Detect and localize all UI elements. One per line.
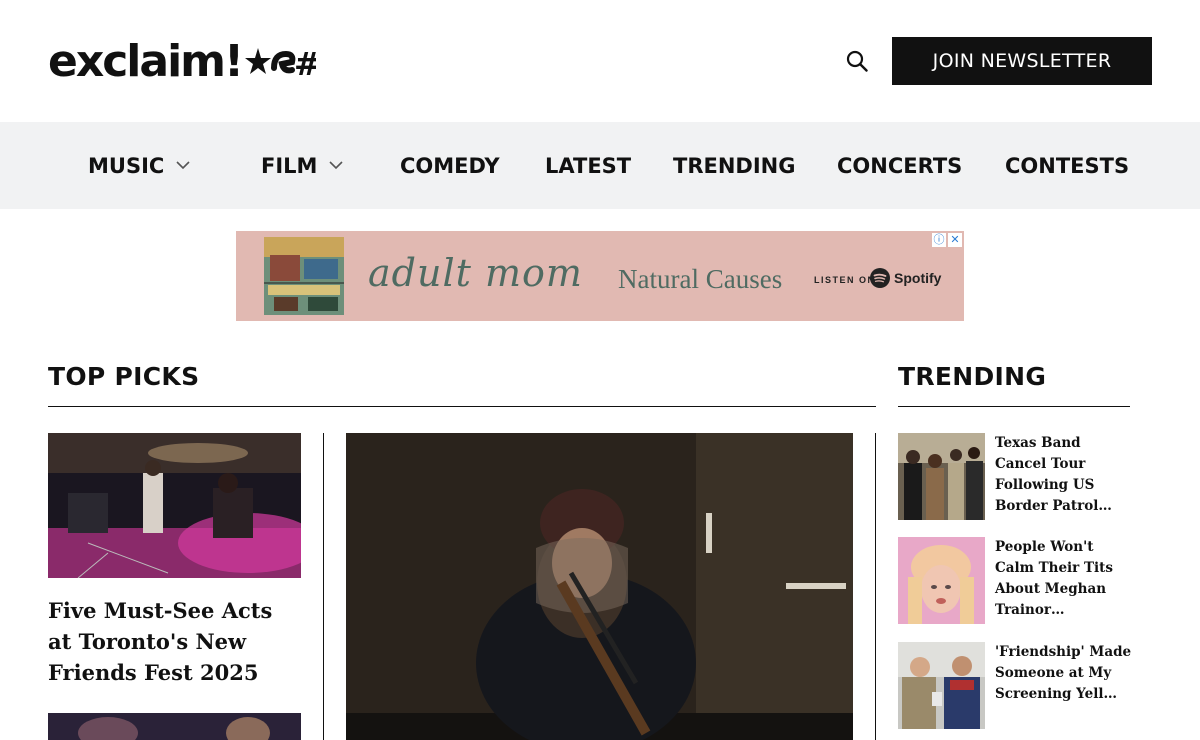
section-divider	[48, 406, 876, 407]
nav-item-film[interactable]: FILM	[261, 122, 344, 209]
column-divider	[875, 433, 876, 740]
nav-item-label: FILM	[261, 153, 318, 178]
ad-choices: ⓘ ✕	[932, 233, 962, 247]
spotify-logo: Spotify	[870, 268, 941, 288]
join-newsletter-button[interactable]: JOIN NEWSLETTER	[892, 37, 1152, 85]
search-icon[interactable]	[842, 46, 872, 76]
ad-album-title: Natural Causes	[618, 264, 783, 294]
section-title-top-picks: TOP PICKS	[48, 362, 200, 391]
album-art	[264, 237, 344, 315]
site-header: exclaim! # JOIN NEWSLETTER	[0, 0, 1200, 122]
trending-item[interactable]: People Won't Calm Their Tits About Megha…	[898, 537, 1138, 625]
nav-item-label: TRENDING	[673, 153, 796, 178]
nav-item-label: CONTESTS	[1005, 153, 1130, 178]
nav-item-concerts[interactable]: CONCERTS	[837, 122, 962, 209]
nav-item-label: MUSIC	[88, 153, 165, 178]
nav-item-comedy[interactable]: COMEDY	[400, 122, 500, 209]
trending-title: People Won't Calm Their Tits About Megha…	[995, 539, 1114, 618]
card-image[interactable]	[48, 433, 301, 578]
trending-thumbnail	[898, 537, 985, 624]
info-icon[interactable]: ⓘ	[932, 233, 946, 247]
trending-title: Texas Band Cancel Tour Following US Bord…	[995, 435, 1112, 514]
column-divider	[323, 433, 324, 740]
section-divider	[898, 406, 1130, 407]
trending-thumbnail	[898, 433, 985, 520]
logo-text: exclaim!	[48, 36, 244, 87]
ad-banner[interactable]: adult mom Natural Causes LISTEN ON Spoti…	[236, 231, 964, 321]
trending-item[interactable]: Texas Band Cancel Tour Following US Bord…	[898, 433, 1138, 521]
trending-thumbnail	[898, 642, 985, 729]
spotify-icon	[870, 268, 890, 288]
nav-item-label: COMEDY	[400, 153, 500, 178]
nav-item-label: LATEST	[545, 153, 632, 178]
ad-platform: Spotify	[894, 270, 942, 286]
nav-item-latest[interactable]: LATEST	[545, 122, 631, 209]
svg-text:#: #	[294, 45, 316, 82]
trending-title: 'Friendship' Made Someone at My Screenin…	[995, 644, 1132, 702]
nav-item-label: CONCERTS	[837, 153, 963, 178]
feature-image[interactable]	[346, 433, 853, 740]
nav-item-trending[interactable]: TRENDING	[673, 122, 795, 209]
main-nav: MUSIC FILM COMEDY LATEST TRENDING CONCER…	[0, 122, 1200, 209]
logo-symbols: #	[244, 42, 316, 82]
card-title[interactable]: Five Must-See Acts at Toronto's New Frie…	[48, 595, 301, 688]
chevron-down-icon	[329, 161, 344, 170]
nav-item-contests[interactable]: CONTESTS	[1005, 122, 1129, 209]
card-image[interactable]	[48, 713, 301, 740]
section-title-trending: TRENDING	[898, 362, 1047, 391]
trending-item[interactable]: 'Friendship' Made Someone at My Screenin…	[898, 642, 1138, 730]
close-icon[interactable]: ✕	[948, 233, 962, 247]
ad-brand: adult mom	[368, 251, 583, 295]
site-logo[interactable]: exclaim! #	[48, 38, 316, 86]
nav-item-music[interactable]: MUSIC	[88, 122, 190, 209]
ad-listen-on: LISTEN ON	[814, 275, 876, 285]
chevron-down-icon	[176, 161, 190, 170]
